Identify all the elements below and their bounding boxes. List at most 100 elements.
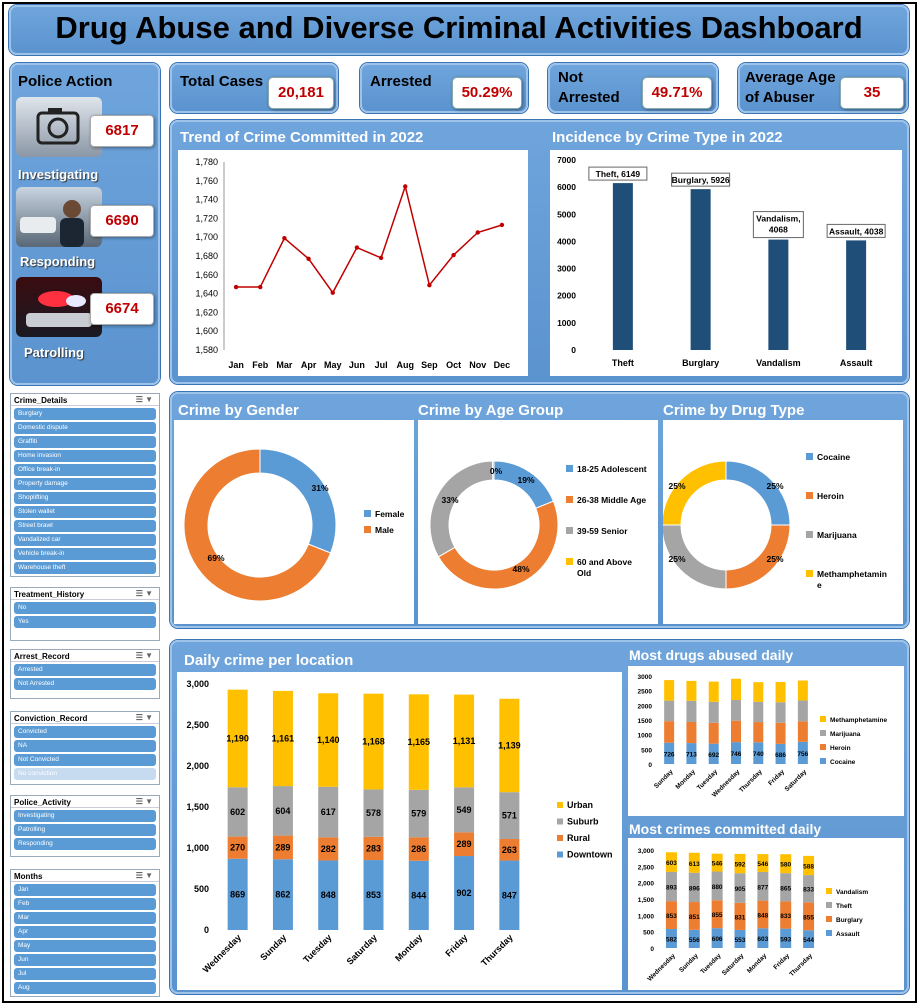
slicer-item[interactable]: Apr [14, 926, 156, 938]
not-arrested-label-1: Not [558, 69, 583, 86]
bar-segment [753, 701, 764, 723]
slicer-item[interactable]: Feb [14, 898, 156, 910]
x-tick-label: Friday [767, 768, 786, 787]
slicer-item[interactable]: No [14, 602, 156, 614]
y-tick-label: 1,000 [186, 843, 209, 853]
slicer-item[interactable]: Responding [14, 838, 156, 850]
filter-icon[interactable]: ☰ ▼ [136, 797, 153, 806]
filter-icon[interactable]: ☰ ▼ [136, 395, 153, 404]
data-label: 1,161 [272, 733, 295, 743]
x-tick-label: Wednesday [646, 952, 677, 983]
bar-segment [753, 722, 764, 743]
data-label: 851 [689, 914, 700, 921]
slicer-item[interactable]: Burglary [14, 408, 156, 420]
slicer-item[interactable]: Not Convicted [14, 754, 156, 766]
x-tick-label: Feb [252, 360, 269, 370]
slicer-item[interactable]: Domestic dispute [14, 422, 156, 434]
slicer-header: Arrest_Record ☰ ▼ [11, 650, 159, 662]
legend-label: Female [375, 509, 405, 519]
data-label: 844 [411, 890, 426, 900]
investigating-label: Investigating [18, 167, 99, 182]
kpi-arrested: Arrested 50.29% [360, 63, 528, 113]
x-tick-label: Friday [772, 952, 791, 971]
x-tick-label: Dec [494, 360, 511, 370]
filter-icon[interactable]: ☰ ▼ [136, 713, 153, 722]
slicer-item[interactable]: Jan [14, 884, 156, 896]
filter-icon[interactable]: ☰ ▼ [136, 589, 153, 598]
y-tick-label: 3000 [638, 674, 653, 681]
x-tick-label: Saturday [345, 932, 379, 966]
data-label: 726 [664, 751, 675, 758]
slicer-item[interactable]: Yes [14, 616, 156, 628]
location-chart: 0 500 1,000 1,500 2,000 2,500 3,000 Wednesday Su… [177, 672, 622, 990]
bar-segment [731, 678, 741, 701]
trend-point [499, 222, 505, 228]
x-tick-label: Sunday [258, 932, 288, 962]
legend-swatch [826, 888, 832, 894]
data-label: 602 [230, 807, 245, 817]
slicer-item[interactable]: Warehouse theft [14, 562, 156, 574]
data-label: 880 [712, 884, 723, 891]
trend-point [354, 245, 360, 250]
data-label: 713 [686, 752, 697, 759]
slicer-item[interactable]: Street brawl [14, 520, 156, 532]
slicer-item[interactable]: Jun [14, 954, 156, 966]
legend-label: Heroin [830, 745, 851, 752]
slicer-item[interactable]: Arrested [14, 664, 156, 676]
data-label: 282 [321, 844, 336, 854]
slice-label: 25% [766, 481, 783, 491]
slicer-item[interactable]: Office break-in [14, 464, 156, 476]
slicer-item[interactable]: Investigating [14, 810, 156, 822]
slicer-months: Months ☰ ▼ Jan Feb Mar Apr May Jun Jul Aug [10, 869, 160, 997]
slicer-item[interactable]: Home invasion [14, 450, 156, 462]
bar [768, 239, 789, 350]
data-label: 556 [689, 937, 700, 944]
x-tick-label: May [324, 360, 342, 370]
legend-label: Downtown [567, 850, 613, 860]
drug-title: Crime by Drug Type [663, 402, 805, 419]
slicer-item[interactable]: May [14, 940, 156, 952]
slicer-item[interactable]: Convicted [14, 726, 156, 738]
data-label: 546 [712, 861, 723, 868]
filter-icon[interactable]: ☰ ▼ [136, 871, 153, 880]
slicer-item[interactable]: Vehicle break-in [14, 548, 156, 560]
y-tick-label: 1,620 [195, 307, 218, 317]
y-tick-label: 1,720 [195, 213, 218, 223]
bar-segment [731, 700, 741, 721]
y-tick-label: 1,500 [186, 802, 209, 812]
x-tick-label: Tuesday [301, 932, 333, 964]
y-tick-label: 1,680 [195, 251, 218, 261]
y-tick-label: 1000 [638, 733, 653, 740]
x-tick-label: Friday [443, 932, 469, 958]
data-label: 544 [803, 937, 814, 944]
legend-swatch [806, 453, 813, 460]
slicer-item[interactable]: Not Arrested [14, 678, 156, 690]
slicer-arrest-record: Arrest_Record ☰ ▼ Arrested Not Arrested [10, 649, 160, 699]
slicer-item[interactable]: Graffiti [14, 436, 156, 448]
slicer-item[interactable]: Patrolling [14, 824, 156, 836]
slice-label: 31% [311, 483, 328, 493]
slicer-item[interactable]: No conviction [14, 768, 156, 780]
data-label: 756 [797, 751, 808, 758]
bar [846, 240, 867, 350]
trend-point [378, 255, 384, 261]
slicer-item[interactable]: NA [14, 740, 156, 752]
kpi-not-arrested: Not Arrested 49.71% [548, 63, 718, 113]
slicer-item[interactable]: Shoplifting [14, 492, 156, 504]
slicer-item[interactable]: Aug [14, 982, 156, 994]
y-tick-label: 4000 [557, 236, 576, 246]
slicer-crime-details: Crime_Details ☰ ▼ Burglary Domestic dispute… [10, 393, 160, 577]
patrolling-label: Patrolling [24, 345, 84, 360]
data-label: 855 [803, 914, 814, 921]
y-tick-label: 2000 [638, 703, 653, 710]
slicer-item[interactable]: Vandalized car [14, 534, 156, 546]
slicer-item[interactable]: Stolen wallet [14, 506, 156, 518]
x-tick-label: Monday [675, 768, 698, 791]
slicer-item[interactable]: Jul [14, 968, 156, 980]
data-label: 865 [780, 885, 791, 892]
donut-panel: Crime by Gender Crime by Age Group Crime… [170, 392, 909, 628]
slicer-item[interactable]: Property damage [14, 478, 156, 490]
slicer-item[interactable]: Mar [14, 912, 156, 924]
legend-swatch [557, 802, 563, 808]
filter-icon[interactable]: ☰ ▼ [136, 651, 153, 660]
